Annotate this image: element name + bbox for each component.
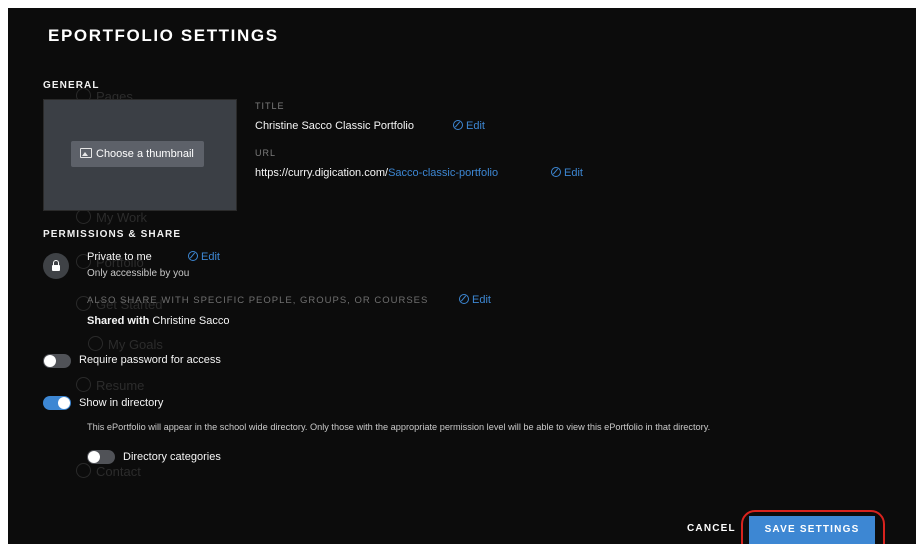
general-section-label: GENERAL xyxy=(43,80,100,91)
background-nav-item: My Work xyxy=(76,209,147,225)
directory-toggle[interactable] xyxy=(43,396,71,410)
background-nav-item: Resume xyxy=(76,377,144,393)
thumbnail-preview: Choose a thumbnail xyxy=(43,99,237,211)
edit-icon xyxy=(551,167,561,177)
lock-icon xyxy=(43,253,69,279)
image-icon xyxy=(80,148,92,158)
cancel-button[interactable]: CANCEL xyxy=(687,523,736,534)
page-icon xyxy=(76,463,91,478)
edit-sharing-link[interactable]: Edit xyxy=(459,294,491,306)
portfolio-url: https://curry.digication.com/Sacco-class… xyxy=(255,167,499,179)
page-icon xyxy=(88,336,103,351)
password-toggle[interactable] xyxy=(43,354,71,368)
save-settings-button[interactable]: SAVE SETTINGS xyxy=(749,516,875,544)
directory-categories-label: Directory categories xyxy=(123,451,221,463)
edit-icon xyxy=(459,294,469,304)
privacy-description: Only accessible by you xyxy=(87,268,190,279)
choose-thumbnail-button[interactable]: Choose a thumbnail xyxy=(71,141,204,167)
edit-icon xyxy=(453,120,463,130)
edit-url-link[interactable]: Edit xyxy=(551,167,583,179)
title-label: TITLE xyxy=(255,101,285,111)
choose-thumbnail-label: Choose a thumbnail xyxy=(96,148,194,160)
background-nav-item: Contact xyxy=(76,463,141,479)
directory-toggle-label: Show in directory xyxy=(79,397,164,409)
page-icon xyxy=(76,209,91,224)
url-label: URL xyxy=(255,148,277,158)
background-nav-item: My Goals xyxy=(88,336,163,352)
edit-title-link[interactable]: Edit xyxy=(453,120,485,132)
directory-categories-toggle[interactable] xyxy=(87,450,115,464)
shared-with-text: Shared with Christine Sacco xyxy=(87,315,230,327)
url-slug-link[interactable]: Sacco-classic-portfolio xyxy=(388,167,498,179)
page-icon xyxy=(76,377,91,392)
edit-privacy-link[interactable]: Edit xyxy=(188,251,220,263)
permissions-section-label: PERMISSIONS & SHARE xyxy=(43,229,182,240)
settings-modal: Pages My Work Portfolio Get Started My G… xyxy=(8,8,916,544)
portfolio-title: Christine Sacco Classic Portfolio xyxy=(255,120,414,132)
also-share-label: ALSO SHARE WITH SPECIFIC PEOPLE, GROUPS,… xyxy=(87,295,429,306)
edit-icon xyxy=(188,251,198,261)
directory-description: This ePortfolio will appear in the schoo… xyxy=(87,422,711,432)
password-toggle-label: Require password for access xyxy=(79,354,221,366)
privacy-title: Private to me xyxy=(87,251,152,263)
modal-title: EPORTFOLIO SETTINGS xyxy=(48,26,279,45)
